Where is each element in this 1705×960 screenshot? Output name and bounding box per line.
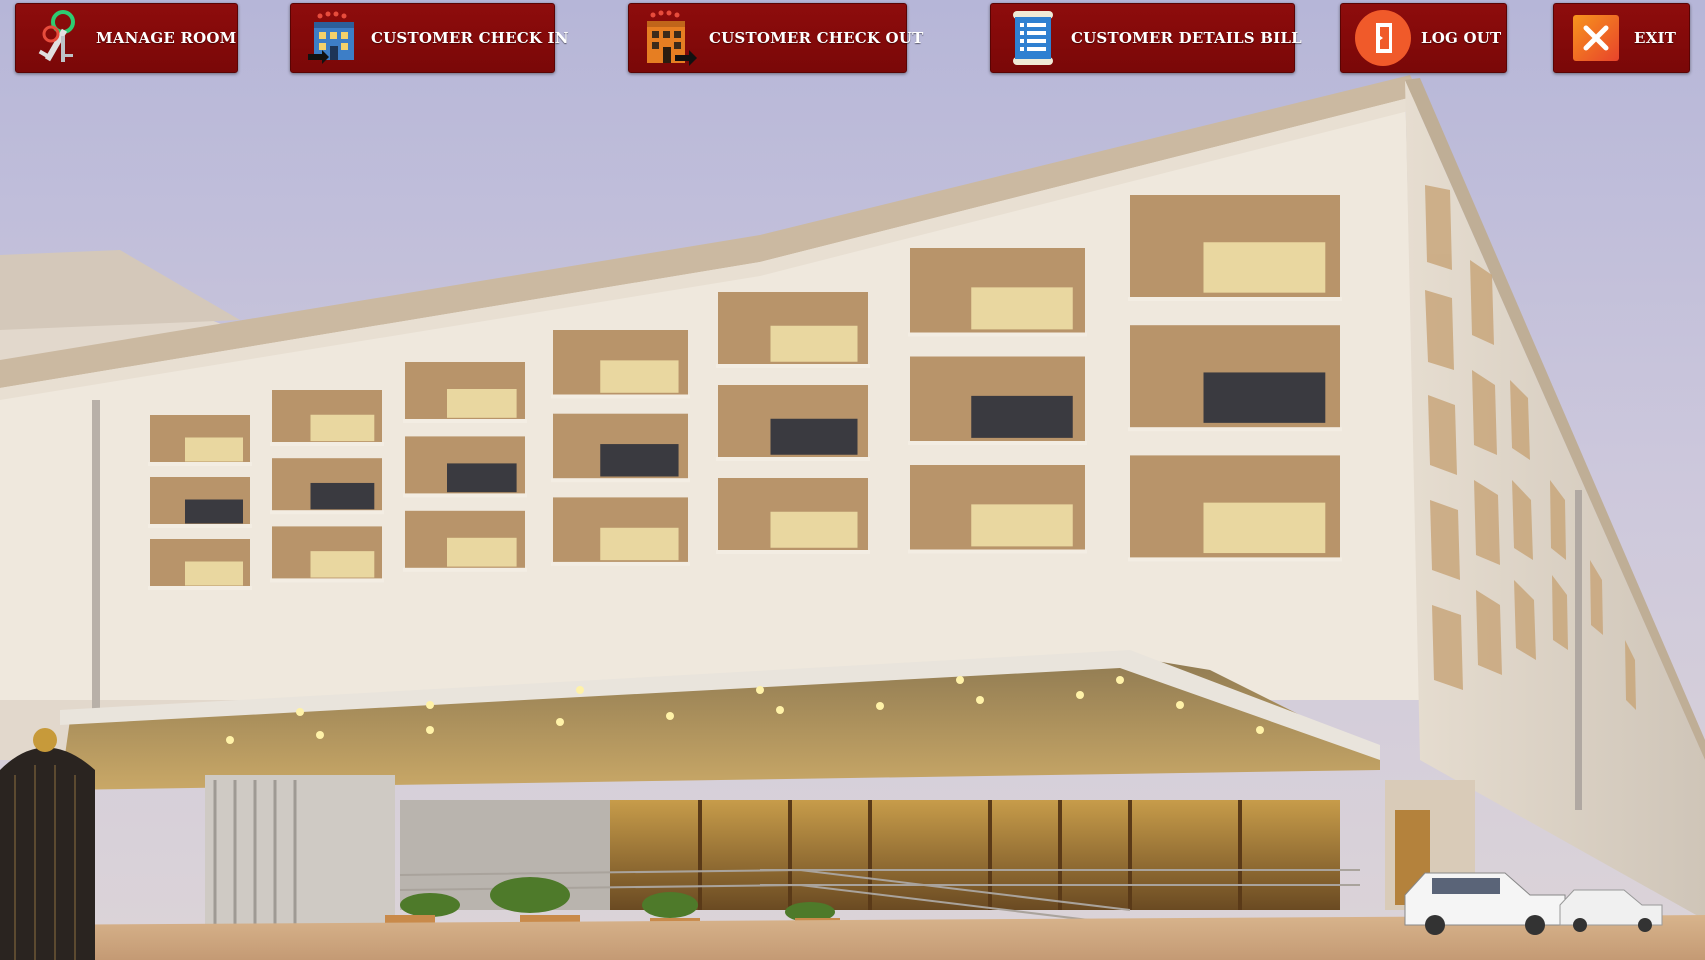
- hotel-building-background: [0, 0, 1705, 960]
- exit-button[interactable]: EXIT: [1553, 3, 1690, 73]
- customer-check-in-label: CUSTOMER CHECK IN: [371, 29, 569, 47]
- logout-door-icon: [1351, 6, 1415, 70]
- log-out-label: LOG OUT: [1421, 29, 1502, 47]
- close-x-icon: [1564, 6, 1628, 70]
- customer-details-bill-button[interactable]: CUSTOMER DETAILS BILL: [990, 3, 1302, 73]
- exit-label: EXIT: [1634, 29, 1677, 47]
- hotel-check-out-icon: [639, 6, 703, 70]
- customer-check-out-label: CUSTOMER CHECK OUT: [709, 29, 924, 47]
- manage-room-button[interactable]: MANAGE ROOM: [15, 3, 238, 73]
- customer-details-bill-label: CUSTOMER DETAILS BILL: [1071, 29, 1302, 47]
- customer-check-in-button[interactable]: CUSTOMER CHECK IN: [290, 3, 568, 73]
- manage-room-label: MANAGE ROOM: [96, 29, 237, 47]
- hotel-check-in-icon: [301, 6, 365, 70]
- customer-check-out-button[interactable]: CUSTOMER CHECK OUT: [628, 3, 923, 73]
- log-out-button[interactable]: LOG OUT: [1340, 3, 1507, 73]
- bill-scroll-icon: [1001, 6, 1065, 70]
- keys-icon: [26, 6, 90, 70]
